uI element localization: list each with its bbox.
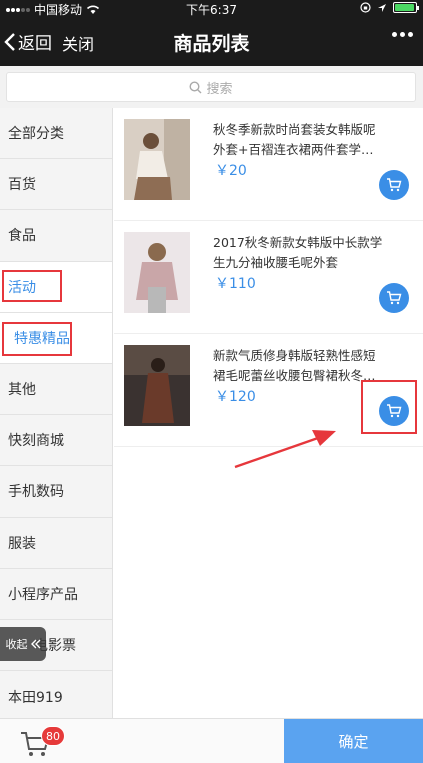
product-image <box>124 232 190 313</box>
product-name: 新款气质修身韩版轻熟性感短裙毛呢蕾丝收腰包臀裙秋冬… <box>213 348 376 383</box>
shopping-cart-icon <box>387 291 402 305</box>
highlight-box-activity <box>2 270 62 302</box>
highlight-box-special-offers <box>2 322 72 356</box>
search-icon <box>189 80 202 93</box>
add-to-cart-button[interactable] <box>379 170 409 200</box>
collapse-button[interactable]: 收起 <box>0 627 46 661</box>
product-image <box>124 345 190 426</box>
footer-bar: 80 确定 <box>0 718 423 763</box>
highlight-box-cart-button <box>361 380 417 434</box>
product-name: 秋冬季新款时尚套装女韩版呢外套+百褶连衣裙两件套学… <box>213 122 376 157</box>
product-image <box>124 119 190 200</box>
product-name: 2017秋冬新款女韩版中长款学生九分袖收腰毛呢外套 <box>213 235 383 270</box>
status-right <box>360 2 419 13</box>
category-item-other[interactable]: 其他 <box>0 364 112 416</box>
category-item-kuaike-mall[interactable]: 快刻商城 <box>0 415 112 467</box>
search-placeholder: 搜索 <box>206 81 233 97</box>
product-item[interactable]: 秋冬季新款时尚套装女韩版呢外套+百褶连衣裙两件套学… ￥20 <box>114 108 423 221</box>
product-price: ￥20 <box>215 163 247 179</box>
product-item[interactable]: 2017秋冬新款女韩版中长款学生九分袖收腰毛呢外套 ￥110 <box>114 221 423 334</box>
shopping-cart-icon <box>387 178 402 192</box>
cart-count-badge: 80 <box>41 726 65 746</box>
more-menu-icon[interactable] <box>392 32 413 37</box>
confirm-button[interactable]: 确定 <box>284 719 423 763</box>
product-price: ￥110 <box>215 276 256 292</box>
category-item-all[interactable]: 全部分类 <box>0 108 112 160</box>
page-title: 商品列表 <box>173 33 250 55</box>
category-item-honda-919[interactable]: 本田919 <box>0 671 112 722</box>
search-input[interactable]: 搜索 <box>6 72 416 102</box>
category-item-clothing[interactable]: 服装 <box>0 518 112 569</box>
product-price: ￥120 <box>215 389 256 405</box>
double-chevron-left-icon <box>30 639 40 649</box>
collapse-label: 收起 <box>5 638 28 651</box>
battery-icon <box>393 2 419 13</box>
orientation-lock-icon <box>360 2 371 13</box>
category-item-general-goods[interactable]: 百货 <box>0 159 112 211</box>
status-bar: 中国移动 下午6:37 <box>0 0 423 18</box>
category-item-mini-program[interactable]: 小程序产品 <box>0 569 112 620</box>
add-to-cart-button[interactable] <box>379 283 409 313</box>
category-item-mobile-digital[interactable]: 手机数码 <box>0 466 112 518</box>
location-icon <box>378 3 386 12</box>
nav-bar: 返回 关闭 商品列表 <box>0 18 423 66</box>
category-item-food[interactable]: 食品 <box>0 210 112 262</box>
search-bar: 搜索 <box>0 66 423 108</box>
